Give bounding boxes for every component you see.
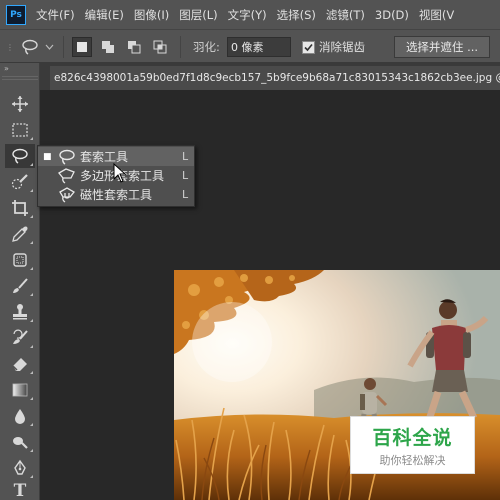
watermark-title: 百科全说 [372,426,453,449]
checkbox-checked-icon [302,40,315,54]
menu-3d[interactable]: 3D(D) [375,8,409,22]
type-icon: T [13,481,27,500]
clone-stamp-tool[interactable] [5,300,35,324]
shortcut-key: L [182,150,189,163]
shortcut-key: L [182,169,189,182]
quick-select-icon [11,174,28,190]
crop-tool[interactable] [5,196,35,220]
lasso-tool[interactable] [5,144,35,168]
selection-mode-group [72,30,170,64]
menu-image[interactable]: 图像(I) [134,7,169,23]
menu-edit[interactable]: 编辑(E) [85,7,124,23]
eyedropper-tool[interactable] [5,222,35,246]
crop-icon [12,200,28,216]
eyedropper-icon [12,226,28,242]
subtract-selection-button[interactable] [124,37,144,57]
eraser-tool[interactable] [5,352,35,376]
chevron-down-icon [45,44,54,50]
dodge-icon [13,437,28,449]
bandage-icon [13,253,27,267]
options-grip: ⋮ [6,42,14,52]
new-selection-icon [77,42,87,52]
photoshop-logo-icon: Ps [6,4,26,25]
add-selection-icon [102,41,114,53]
stamp-icon [13,304,27,320]
subtract-selection-icon [128,41,141,54]
magnetic-lasso-icon [59,187,75,203]
selected-bullet-icon: ■ [43,151,52,162]
document-tab-bar: e826c4398001a59b0ed7f1d8c9ecb157_5b9fce9… [40,63,500,90]
intersect-selection-icon [153,40,167,54]
flyout-item-magnetic-lasso[interactable]: 磁性套索工具 L [38,185,194,204]
divider [180,36,181,58]
shortcut-key: L [182,188,189,201]
antialias-checkbox[interactable]: 消除锯齿 [302,30,365,64]
dodge-tool[interactable] [5,430,35,454]
blur-tool[interactable] [5,404,35,428]
watermark-logo: 百科全说 助你轻松解决 [350,416,475,474]
pen-icon [14,459,26,475]
document-tab[interactable]: e826c4398001a59b0ed7f1d8c9ecb157_5b9fce9… [50,66,500,90]
polygonal-lasso-icon [58,168,75,184]
history-brush-icon [13,329,28,344]
tool-preset-picker[interactable] [20,30,54,64]
new-selection-button[interactable] [72,37,92,57]
type-tool[interactable]: T [5,481,35,500]
divider [63,36,64,58]
menu-view[interactable]: 视图(V [419,7,454,23]
gradient-tool[interactable] [5,378,35,402]
watermark-subtitle: 助你轻松解决 [379,453,446,467]
add-selection-button[interactable] [98,37,118,57]
antialias-label: 消除锯齿 [319,40,365,54]
gradient-icon [12,383,28,397]
lasso-icon [22,39,38,55]
lasso-icon [59,149,75,165]
healing-brush-tool[interactable] [5,248,35,272]
panel-grip[interactable] [2,76,38,80]
lasso-icon [12,148,28,164]
eraser-icon [12,358,27,371]
menu-bar: Ps 文件(F) 编辑(E) 图像(I) 图层(L) 文字(Y) 选择(S) 滤… [0,0,500,29]
options-bar: ⋮ 羽化: 0 像素 消除锯齿 选择并遮住 ... [0,29,500,63]
history-brush-tool[interactable] [5,326,35,350]
marquee-tool[interactable] [5,118,35,142]
select-and-mask-button[interactable]: 选择并遮住 ... [394,36,490,58]
quick-selection-tool[interactable] [5,170,35,194]
menu-layer[interactable]: 图层(L) [179,7,217,23]
move-tool[interactable] [5,92,35,116]
brush-tool[interactable] [5,274,35,298]
menu-file[interactable]: 文件(F) [36,7,75,23]
move-icon [12,96,28,112]
menu-type[interactable]: 文字(Y) [228,7,267,23]
intersect-selection-button[interactable] [150,37,170,57]
feather-input[interactable]: 0 像素 [227,37,291,57]
menu-select[interactable]: 选择(S) [277,7,316,23]
flyout-label: 磁性套索工具 [80,188,153,202]
rect-marquee-icon [12,123,28,137]
tool-panel: » T [0,63,40,500]
pen-tool[interactable] [5,456,35,480]
drop-icon [15,409,25,424]
feather-label-wrap: 羽化: [193,30,220,64]
collapse-panel-icon[interactable]: » [4,64,9,73]
feather-label: 羽化: [193,40,220,54]
mouse-cursor-icon [113,163,127,183]
menu-filter[interactable]: 滤镜(T) [326,7,365,23]
brush-icon [13,278,28,293]
